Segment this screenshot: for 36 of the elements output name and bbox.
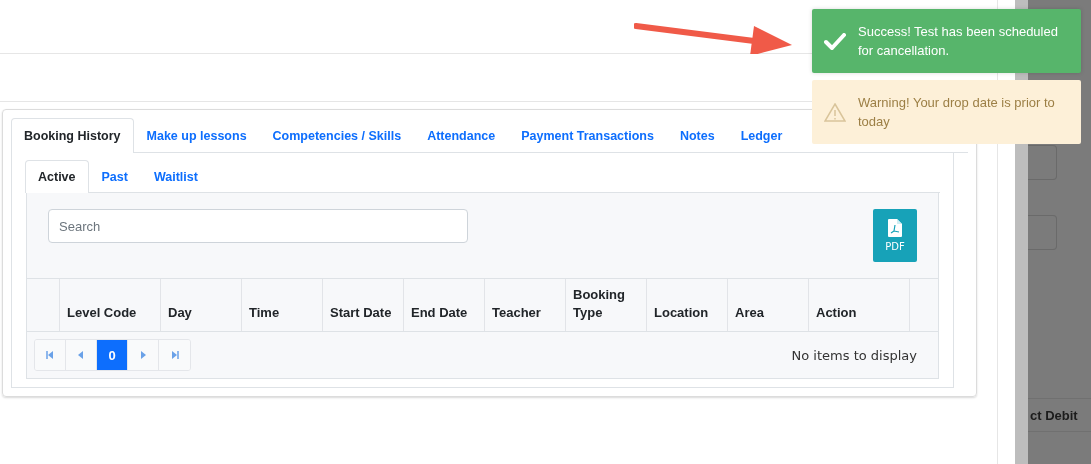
tab[interactable]: Payment Transactions <box>508 118 667 153</box>
previous-page-icon <box>77 351 85 359</box>
input-field[interactable] <box>1028 215 1057 250</box>
tab[interactable]: Booking History <box>11 118 134 153</box>
tab[interactable]: Ledger <box>727 118 796 153</box>
pager-first-button[interactable] <box>35 340 66 370</box>
column-header[interactable]: Day <box>161 279 242 331</box>
toast-message: Success! Test has been scheduled for cancellation. <box>858 23 1059 60</box>
column-header[interactable]: Location <box>647 279 728 331</box>
tab[interactable]: Active <box>25 160 89 193</box>
page-button[interactable]: 0 <box>97 340 128 370</box>
warning-icon <box>824 102 846 122</box>
column-header[interactable]: Level Code <box>60 279 161 331</box>
last-page-icon <box>170 351 179 359</box>
column-header: ct Debit <box>1029 407 1078 423</box>
first-page-icon <box>46 351 54 359</box>
tab[interactable]: Attendance <box>414 118 509 153</box>
column-header[interactable]: Action <box>809 279 910 331</box>
column-header[interactable]: Start Date <box>323 279 404 331</box>
tab[interactable]: Competencies / Skills <box>259 118 415 153</box>
tab[interactable]: Make up lessons <box>133 118 260 153</box>
search-field[interactable]: Search <box>48 209 468 243</box>
column-header[interactable]: Booking Type <box>566 279 647 331</box>
pdf-file-icon <box>888 219 902 237</box>
column-header[interactable]: Time <box>242 279 323 331</box>
column-header[interactable]: Teacher <box>485 279 566 331</box>
checkmark-icon <box>824 32 846 50</box>
next-page-icon <box>139 351 147 359</box>
column-header[interactable]: End Date <box>404 279 485 331</box>
tab[interactable]: Waitlist <box>140 160 211 193</box>
toast-message: Warning! Your drop date is prior to today <box>858 94 1056 131</box>
input-field[interactable] <box>1028 145 1057 180</box>
tab[interactable]: Past <box>88 160 141 193</box>
empty-message: No items to display <box>791 347 917 363</box>
tab[interactable]: Notes <box>666 118 728 153</box>
column-header[interactable]: Area <box>728 279 809 331</box>
